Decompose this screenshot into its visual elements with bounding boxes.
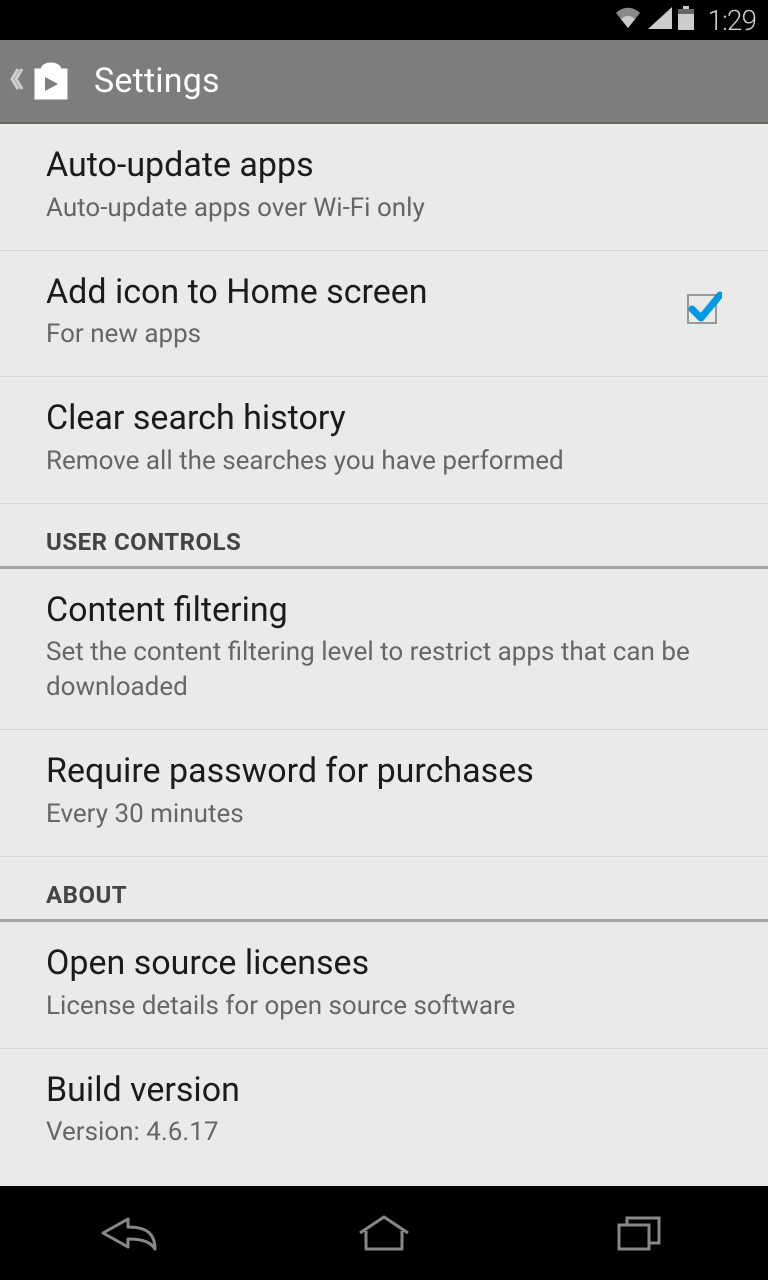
setting-title: Build version xyxy=(46,1069,722,1112)
setting-subtitle: Set the content filtering level to restr… xyxy=(46,635,722,705)
status-bar: 1:29 xyxy=(0,0,768,40)
setting-content-filtering[interactable]: Content filtering Set the content filter… xyxy=(0,569,768,731)
setting-title: Open source licenses xyxy=(46,942,722,985)
section-header-about: ABOUT xyxy=(0,857,768,922)
navigation-bar xyxy=(0,1186,768,1280)
back-button[interactable] xyxy=(68,1203,188,1263)
setting-subtitle: License details for open source software xyxy=(46,989,722,1024)
cell-signal-icon xyxy=(648,7,672,33)
checkbox-add-icon[interactable] xyxy=(686,291,722,331)
setting-title: Add icon to Home screen xyxy=(46,271,666,314)
setting-title: Content filtering xyxy=(46,589,722,632)
status-time: 1:29 xyxy=(708,4,756,37)
setting-require-password[interactable]: Require password for purchases Every 30 … xyxy=(0,730,768,857)
settings-list: Auto-update apps Auto-update apps over W… xyxy=(0,124,768,1186)
recent-apps-button[interactable] xyxy=(580,1203,700,1263)
setting-title: Clear search history xyxy=(46,397,722,440)
play-store-icon[interactable] xyxy=(28,56,74,106)
setting-title: Auto-update apps xyxy=(46,144,722,187)
wifi-icon xyxy=(614,7,642,33)
setting-subtitle: For new apps xyxy=(46,317,666,352)
setting-auto-update-apps[interactable]: Auto-update apps Auto-update apps over W… xyxy=(0,124,768,251)
page-title: Settings xyxy=(94,61,220,101)
setting-subtitle: Version: 4.6.17 xyxy=(46,1115,722,1150)
setting-subtitle: Every 30 minutes xyxy=(46,797,722,832)
home-button[interactable] xyxy=(324,1203,444,1263)
setting-add-icon-home[interactable]: Add icon to Home screen For new apps xyxy=(0,251,768,378)
action-bar[interactable]: Settings xyxy=(0,40,768,124)
setting-subtitle: Auto-update apps over Wi-Fi only xyxy=(46,191,722,226)
setting-open-source-licenses[interactable]: Open source licenses License details for… xyxy=(0,922,768,1049)
setting-build-version[interactable]: Build version Version: 4.6.17 xyxy=(0,1049,768,1175)
back-icon[interactable] xyxy=(10,65,26,97)
setting-clear-search-history[interactable]: Clear search history Remove all the sear… xyxy=(0,377,768,504)
setting-subtitle: Remove all the searches you have perform… xyxy=(46,444,722,479)
setting-title: Require password for purchases xyxy=(46,750,722,793)
battery-icon xyxy=(678,6,694,34)
section-header-user-controls: USER CONTROLS xyxy=(0,504,768,569)
